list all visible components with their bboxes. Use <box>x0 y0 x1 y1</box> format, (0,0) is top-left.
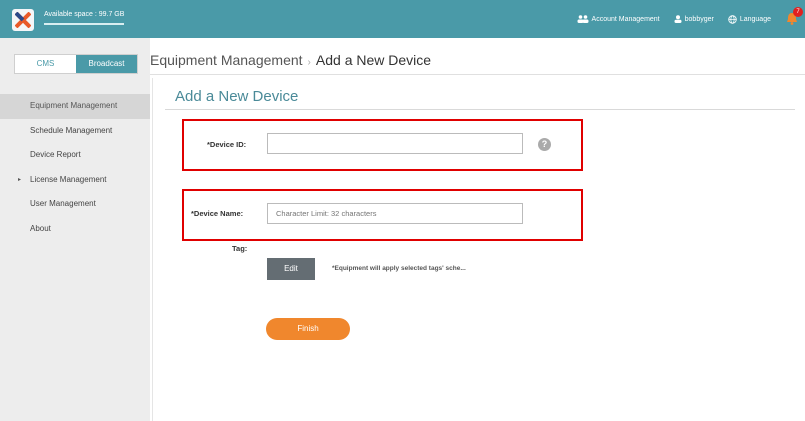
storage-bar <box>44 23 124 25</box>
sidebar-item-label: Schedule Management <box>30 125 113 135</box>
sidebar-item-about[interactable]: About <box>0 217 150 242</box>
notifications-button[interactable]: 7 <box>785 7 803 27</box>
mode-switch: CMS Broadcast <box>14 54 138 74</box>
help-icon[interactable]: ? <box>538 138 551 151</box>
sidebar-item-equipment-management[interactable]: Equipment Management <box>0 94 150 119</box>
globe-icon <box>728 14 737 24</box>
sidebar-item-label: About <box>30 223 51 233</box>
sidebar-nav: Equipment Management Schedule Management… <box>0 94 150 241</box>
caret-right-icon: ▸ <box>18 176 22 183</box>
device-name-label: *Device Name: <box>191 209 244 218</box>
sidebar-item-label: User Management <box>30 199 96 208</box>
tag-label: Tag: <box>232 244 248 253</box>
users-icon <box>577 15 589 23</box>
sidebar-item-schedule-management[interactable]: Schedule Management <box>0 119 150 144</box>
account-management-link[interactable]: Account Management <box>577 15 660 23</box>
available-space-label: Available space : 99.7 GB <box>44 11 125 18</box>
account-management-label: Account Management <box>591 15 660 23</box>
tab-cms[interactable]: CMS <box>15 55 76 73</box>
app-logo[interactable] <box>12 9 34 31</box>
language-label: Language <box>739 15 771 23</box>
sidebar-item-label: Device Report <box>30 150 81 159</box>
finish-button[interactable]: Finish <box>266 318 350 340</box>
breadcrumb: Equipment Management › Add a New Device <box>150 52 431 68</box>
notification-badge: 7 <box>793 7 803 17</box>
edit-tags-button[interactable]: Edit <box>267 258 315 280</box>
device-id-label: *Device ID: <box>207 140 247 149</box>
top-bar: Available space : 99.7 GB Account Manage… <box>0 0 805 38</box>
user-icon <box>674 15 682 23</box>
tag-note: *Equipment will apply selected tags' sch… <box>332 265 466 272</box>
divider <box>150 74 805 75</box>
breadcrumb-current: Add a New Device <box>315 52 432 68</box>
device-name-input[interactable] <box>267 203 523 224</box>
divider <box>165 109 795 110</box>
sidebar-item-label: Equipment Management <box>30 101 118 110</box>
sidebar-item-label: License Management <box>30 174 107 184</box>
device-id-input[interactable] <box>267 133 523 154</box>
page-title: Add a New Device <box>175 88 299 105</box>
breadcrumb-separator: › <box>307 57 311 68</box>
tab-broadcast[interactable]: Broadcast <box>76 55 137 73</box>
user-menu[interactable]: bobbyger <box>674 15 714 23</box>
sidebar-item-license-management[interactable]: ▸ License Management <box>0 168 150 193</box>
language-menu[interactable]: Language <box>728 14 771 24</box>
breadcrumb-parent[interactable]: Equipment Management <box>150 52 303 68</box>
sidebar-item-device-report[interactable]: Device Report <box>0 143 150 168</box>
username-label: bobbyger <box>684 15 714 23</box>
sidebar: CMS Broadcast Equipment Management Sched… <box>0 38 150 421</box>
sidebar-item-user-management[interactable]: User Management <box>0 192 150 217</box>
logo-icon <box>15 12 31 28</box>
